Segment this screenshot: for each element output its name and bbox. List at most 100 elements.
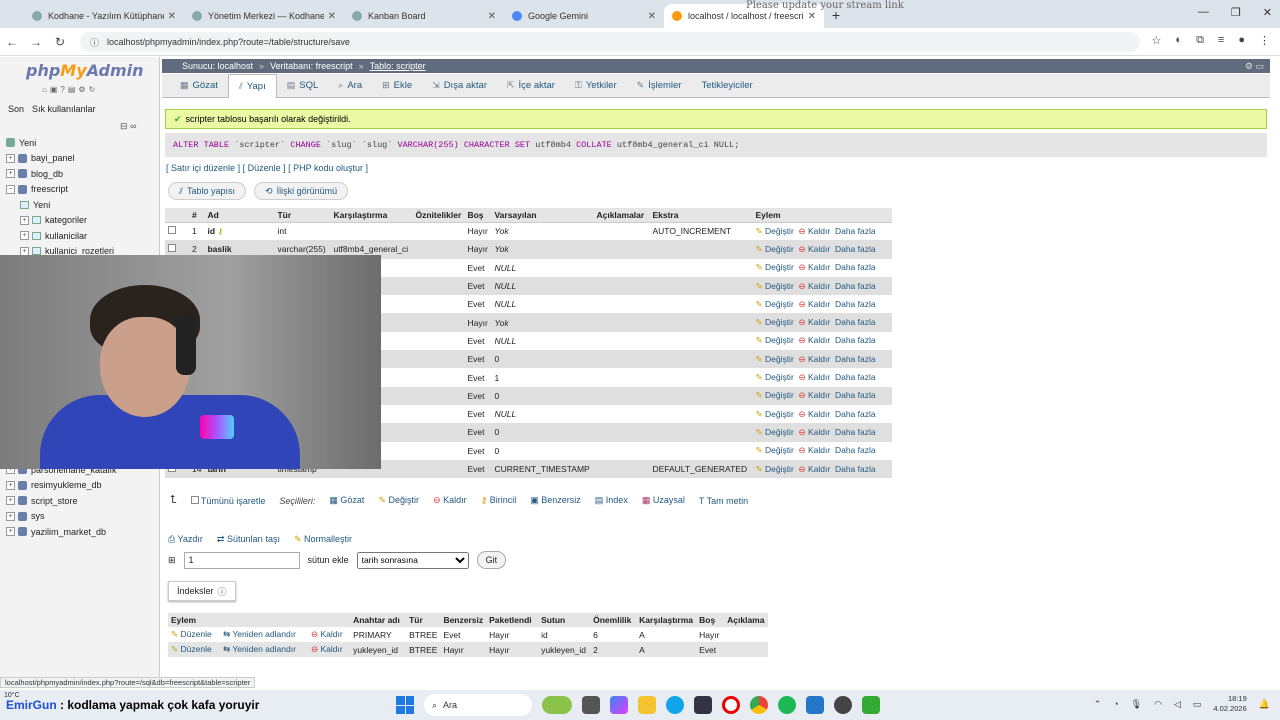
more-button[interactable]: Daha fazla <box>835 281 876 291</box>
help-icon[interactable]: ⓘ <box>218 585 227 598</box>
print-button[interactable]: ⎙ Yazdır <box>168 534 203 545</box>
maximize-icon[interactable]: ❐ <box>1231 6 1241 19</box>
profile-avatar[interactable]: ● <box>1238 34 1245 47</box>
tree-node-freescript[interactable]: − freescript <box>6 182 114 198</box>
drop-button[interactable]: ⊖ Kaldır <box>799 299 831 309</box>
bookmark-star-icon[interactable]: ☆ <box>1152 34 1162 47</box>
home-icon[interactable]: ⌂ <box>42 85 47 94</box>
copilot-icon[interactable] <box>610 696 628 714</box>
tab-import[interactable]: ⇱ İçe aktar <box>497 80 565 91</box>
drop-button[interactable]: ⊖ Kaldır <box>799 427 831 437</box>
app-icon[interactable] <box>862 696 880 714</box>
change-button[interactable]: ✎ Değiştir <box>755 335 793 345</box>
forward-icon[interactable]: → <box>24 35 48 49</box>
drop-button[interactable]: ⊖ Kaldır <box>799 445 831 455</box>
inline-edit-link[interactable]: Satır içi düzenle <box>171 163 235 173</box>
drop-button[interactable]: ⊖ Kaldır <box>799 262 831 272</box>
tab-sql[interactable]: ▤ SQL <box>277 80 329 91</box>
more-button[interactable]: Daha fazla <box>835 390 876 400</box>
reading-list-icon[interactable]: ≡ <box>1218 34 1224 47</box>
expand-icon[interactable]: + <box>20 215 29 225</box>
index-rename-button[interactable]: ⇆ Yeniden adlandır <box>220 627 308 642</box>
tray-app-icon[interactable]: ◔ <box>1113 699 1118 709</box>
close-window-icon[interactable]: ✕ <box>1263 6 1272 19</box>
microphone-icon[interactable]: 🎙 <box>1131 699 1142 710</box>
edit-link[interactable]: Düzenle <box>248 163 281 173</box>
change-button[interactable]: ✎ Değiştir <box>755 244 793 254</box>
minimize-icon[interactable]: — <box>1198 6 1209 19</box>
change-button[interactable]: ✎ Değiştir <box>755 281 793 291</box>
tree-node-new[interactable]: Yeni <box>6 135 114 151</box>
drop-button[interactable]: ⊖ Kaldır <box>799 372 831 382</box>
puzzle-icon[interactable]: ⧉ <box>1196 34 1204 47</box>
change-button[interactable]: ✎ Değiştir <box>755 226 793 236</box>
tree-node-kullanicilar[interactable]: + kullanicilar <box>6 228 114 244</box>
reload-icon[interactable]: ↻ <box>48 35 72 49</box>
drop-button[interactable]: ⊖ Kaldır <box>799 390 831 400</box>
tab-search[interactable]: ⌕ Ara <box>328 80 372 91</box>
windows-start-icon[interactable] <box>396 696 414 714</box>
drop-button[interactable]: ⊖ Kaldır <box>799 226 831 236</box>
clock[interactable]: 18:19 4.02.2026 <box>1213 694 1246 714</box>
store-icon[interactable] <box>694 696 712 714</box>
settings-icon[interactable]: ⚙ <box>78 85 85 94</box>
change-button[interactable]: ✎ Değiştir <box>755 427 793 437</box>
change-button[interactable]: ✎ Değiştir <box>755 409 793 419</box>
index-rename-button[interactable]: ⇆ Yeniden adlandır <box>220 642 308 657</box>
expand-icon[interactable]: + <box>6 496 15 506</box>
logout-icon[interactable]: ▣ <box>50 85 58 94</box>
tree-node-yazilim-market[interactable]: + yazilim_market_db <box>6 524 117 540</box>
more-button[interactable]: Daha fazla <box>835 335 876 345</box>
wifi-icon[interactable]: ◠ <box>1154 699 1162 710</box>
normalize-button[interactable]: ✎ Normalleştir <box>294 534 352 545</box>
tab-operations[interactable]: ✎ İşlemler <box>627 80 692 91</box>
drop-button[interactable]: ⊖ Kaldır <box>799 317 831 327</box>
notification-bell-icon[interactable]: 🔔 <box>1259 699 1270 710</box>
php-code-link[interactable]: PHP kodu oluştur <box>293 163 363 173</box>
edge-icon[interactable] <box>666 696 684 714</box>
expand-icon[interactable]: + <box>6 169 15 179</box>
tree-node-script-store[interactable]: + script_store <box>6 493 117 509</box>
link-icon[interactable]: ∞ <box>130 121 136 131</box>
tree-node-resimyukleme[interactable]: + resimyukleme_db <box>6 478 117 494</box>
tree-node-blog-db[interactable]: + blog_db <box>6 166 114 182</box>
phpmyadmin-logo[interactable]: phpMyAdmin <box>26 61 144 80</box>
breadcrumb-server[interactable]: Sunucu: localhost <box>182 61 253 71</box>
breadcrumb-table[interactable]: Tablo: scripter <box>370 61 426 71</box>
change-button[interactable]: ✎ Değiştir <box>755 445 793 455</box>
change-button[interactable]: ✎ Değiştir <box>755 317 793 327</box>
more-button[interactable]: Daha fazla <box>835 244 876 254</box>
change-button[interactable]: ✎ Değiştir <box>755 354 793 364</box>
address-bar[interactable]: ⓘ localhost/phpmyadmin/index.php?route=/… <box>80 32 1140 52</box>
menu-icon[interactable]: ⋮ <box>1259 34 1270 47</box>
bulk-drop-button[interactable]: ⊖ Kaldır <box>433 495 467 506</box>
tab-browse[interactable]: ▦ Gözat <box>170 80 228 91</box>
change-button[interactable]: ✎ Değiştir <box>755 372 793 382</box>
tab-triggers[interactable]: Tetikleyiciler <box>691 80 762 91</box>
extension-icon[interactable]: ◐ <box>1175 34 1182 47</box>
expand-icon[interactable]: + <box>6 527 15 537</box>
more-button[interactable]: Daha fazla <box>835 299 876 309</box>
tab-recent[interactable]: Son <box>8 104 24 114</box>
reload-nav-icon[interactable]: ↻ <box>89 85 96 94</box>
spotify-icon[interactable] <box>778 696 796 714</box>
back-icon[interactable]: ← <box>0 35 24 49</box>
change-button[interactable]: ✎ Değiştir <box>755 464 793 474</box>
more-button[interactable]: Daha fazla <box>835 317 876 327</box>
drop-button[interactable]: ⊖ Kaldır <box>799 409 831 419</box>
bulk-fulltext-button[interactable]: T Tam metin <box>699 496 748 506</box>
collapse-icon[interactable]: ⊟ <box>120 121 128 131</box>
change-button[interactable]: ✎ Değiştir <box>755 390 793 400</box>
column-position-select[interactable]: tarih sonrasına <box>356 551 469 569</box>
check-all-checkbox[interactable] <box>190 495 199 504</box>
table-structure-button[interactable]: ⫽ Tablo yapısı <box>168 182 247 200</box>
site-info-icon[interactable]: ⓘ <box>90 36 99 49</box>
tab-favorites[interactable]: Sık kullanılanlar <box>32 104 96 114</box>
more-button[interactable]: Daha fazla <box>835 409 876 419</box>
obs-icon[interactable] <box>834 696 852 714</box>
bulk-browse-button[interactable]: ▦ Gözat <box>329 495 364 506</box>
tab-privileges[interactable]: ⚿ Yetkiler <box>565 80 627 91</box>
tree-node-bayi-panel[interactable]: + bayi_panel <box>6 151 114 167</box>
collapse-icon[interactable]: ▭ <box>1255 61 1264 71</box>
expand-icon[interactable]: + <box>6 153 15 163</box>
